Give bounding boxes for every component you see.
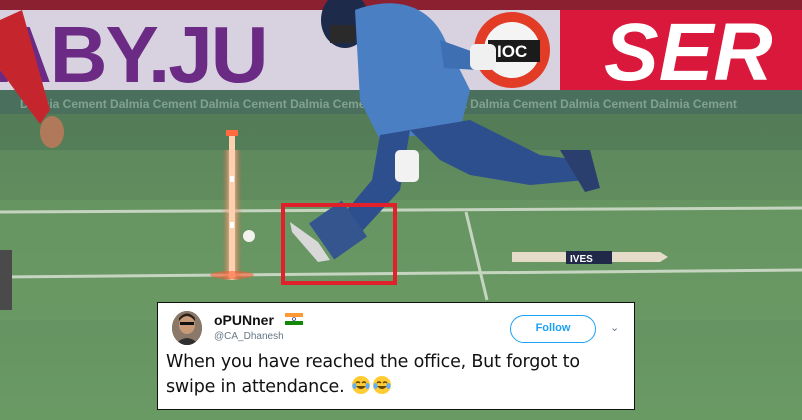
face-with-tears-of-joy-icon	[351, 376, 370, 394]
chevron-down-icon[interactable]: ⌄	[610, 321, 619, 334]
tweet-card: oPUNner @CA_Dhanesh Follow ⌄ When you ha…	[157, 302, 635, 410]
cricket-ball	[243, 230, 255, 242]
follow-button[interactable]: Follow	[510, 315, 596, 343]
india-flag-icon	[285, 313, 303, 325]
user-handle[interactable]: @CA_Dhanesh	[214, 331, 284, 342]
user-avatar[interactable]	[172, 311, 202, 345]
tweet-text-block: When you have reached the office, But fo…	[166, 350, 628, 400]
display-name[interactable]: oPUNner	[214, 312, 274, 328]
hoarding-text-right: SER	[604, 7, 773, 98]
ioc-logo-text: IOC	[497, 42, 527, 61]
face-with-tears-of-joy-icon	[372, 376, 391, 394]
bat-label: IVES	[570, 254, 593, 265]
